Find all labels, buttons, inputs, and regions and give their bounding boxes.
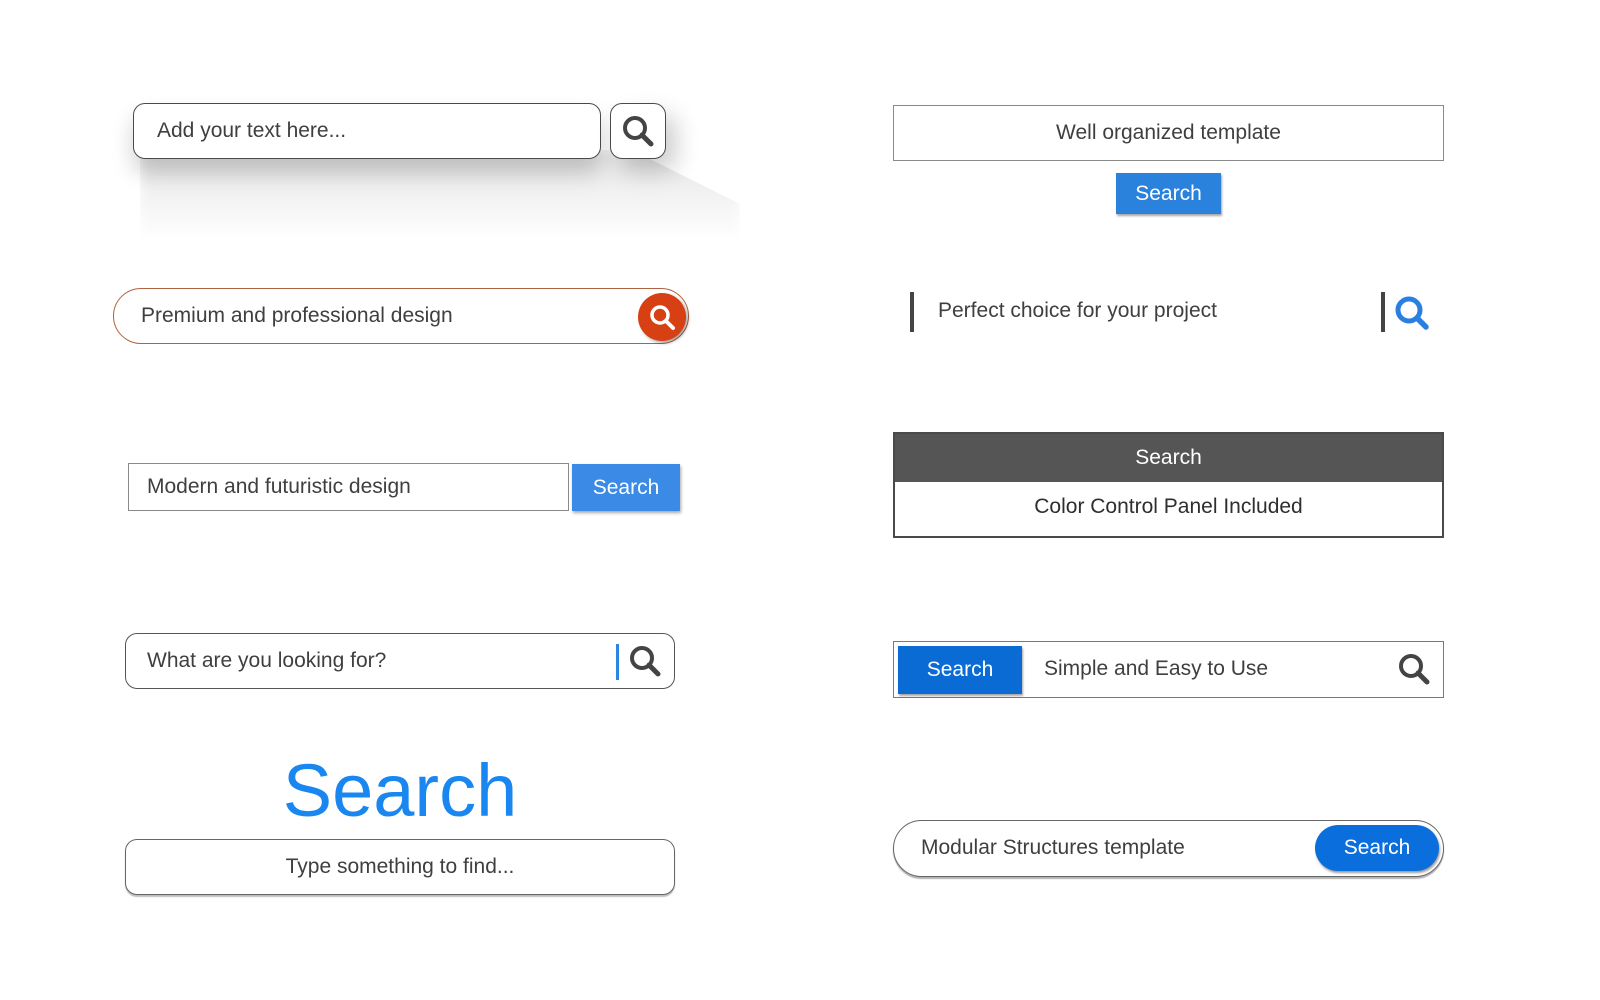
search-placeholder: What are you looking for? [147,649,387,672]
search-heading: Search [282,749,518,832]
search-value: Well organized template [1056,121,1281,144]
shadow-search-input[interactable]: Add your text here... [133,103,601,159]
search-placeholder: Type something to find... [285,855,515,878]
drop-shadow [140,150,740,240]
framed-search-input[interactable]: Search Simple and Easy to Use [893,641,1444,698]
search-icon[interactable] [628,644,662,678]
orange-search-button[interactable] [638,293,686,341]
orange-pill-search-input[interactable]: Premium and professional design [113,288,689,344]
search-value: Modern and futuristic design [147,475,411,498]
search-icon [648,303,676,331]
pill-search-input[interactable]: Modular Structures template Search [893,820,1444,877]
search-icon [621,114,655,148]
panel-search-input[interactable]: Color Control Panel Included [895,495,1442,519]
search-value: Premium and professional design [141,304,453,327]
shadow-search-button[interactable] [610,103,666,159]
panel-search-header[interactable]: Search [895,434,1442,482]
centered-search-input[interactable]: Well organized template [893,105,1444,161]
right-bar-divider [1381,292,1385,332]
bar-search-input[interactable]: Perfect choice for your project [938,299,1217,323]
divider-search-input[interactable]: What are you looking for? [125,633,675,689]
search-button[interactable]: Search [898,646,1022,694]
text-cursor-divider [616,644,619,680]
search-icon[interactable] [1397,652,1431,686]
search-placeholder: Add your text here... [157,119,347,142]
search-value: Simple and Easy to Use [1044,657,1269,680]
panel-search: Search Color Control Panel Included [893,432,1444,538]
titled-search-input[interactable]: Type something to find... [125,839,675,895]
search-button[interactable]: Search [1116,173,1221,214]
search-value: Modular Structures template [921,836,1185,859]
left-bar-divider [910,292,914,332]
square-search-input[interactable]: Modern and futuristic design [128,463,569,511]
search-icon[interactable] [1393,294,1431,332]
search-button[interactable]: Search [572,464,680,511]
search-button[interactable]: Search [1315,825,1439,871]
